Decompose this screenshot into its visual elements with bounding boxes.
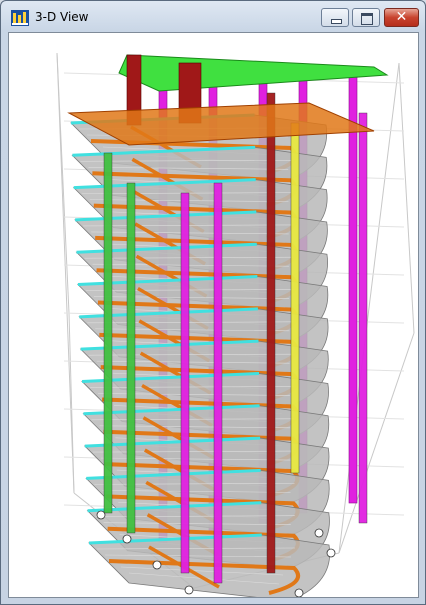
grid-bubble: [96, 510, 106, 520]
minimize-button[interactable]: [321, 8, 349, 27]
minimize-icon: [331, 19, 342, 24]
building-model-drawing: [56, 52, 415, 597]
column: [103, 152, 113, 514]
grid-bubble: [326, 548, 336, 558]
grid-bubble: [184, 585, 194, 595]
maximize-icon: [361, 13, 373, 25]
roof-slab: [118, 54, 389, 92]
grid-bubble: [294, 588, 304, 597]
grid-bubble: [314, 528, 324, 538]
etabs-app-icon: [11, 10, 29, 26]
column: [348, 72, 358, 504]
column: [358, 112, 368, 524]
window-3d-view: 3-D View ✕: [0, 0, 426, 605]
grid-line: [398, 62, 415, 334]
column: [180, 192, 190, 574]
maximize-button[interactable]: [352, 8, 380, 27]
column: [266, 92, 276, 574]
column: [213, 182, 223, 584]
close-button[interactable]: ✕: [384, 8, 419, 27]
grid-line: [68, 312, 75, 494]
grid-bubble: [122, 534, 132, 544]
roof-level: [67, 54, 389, 146]
column: [126, 182, 136, 534]
title-bar[interactable]: 3-D View ✕: [1, 1, 425, 33]
grid-line: [338, 62, 400, 554]
column: [290, 122, 300, 474]
floor-level: [88, 533, 331, 597]
grid-line: [56, 52, 70, 314]
window-title: 3-D View: [35, 10, 89, 24]
close-icon: ✕: [395, 9, 408, 25]
3d-model-viewport[interactable]: [8, 32, 419, 598]
grid-bubble: [152, 560, 162, 570]
